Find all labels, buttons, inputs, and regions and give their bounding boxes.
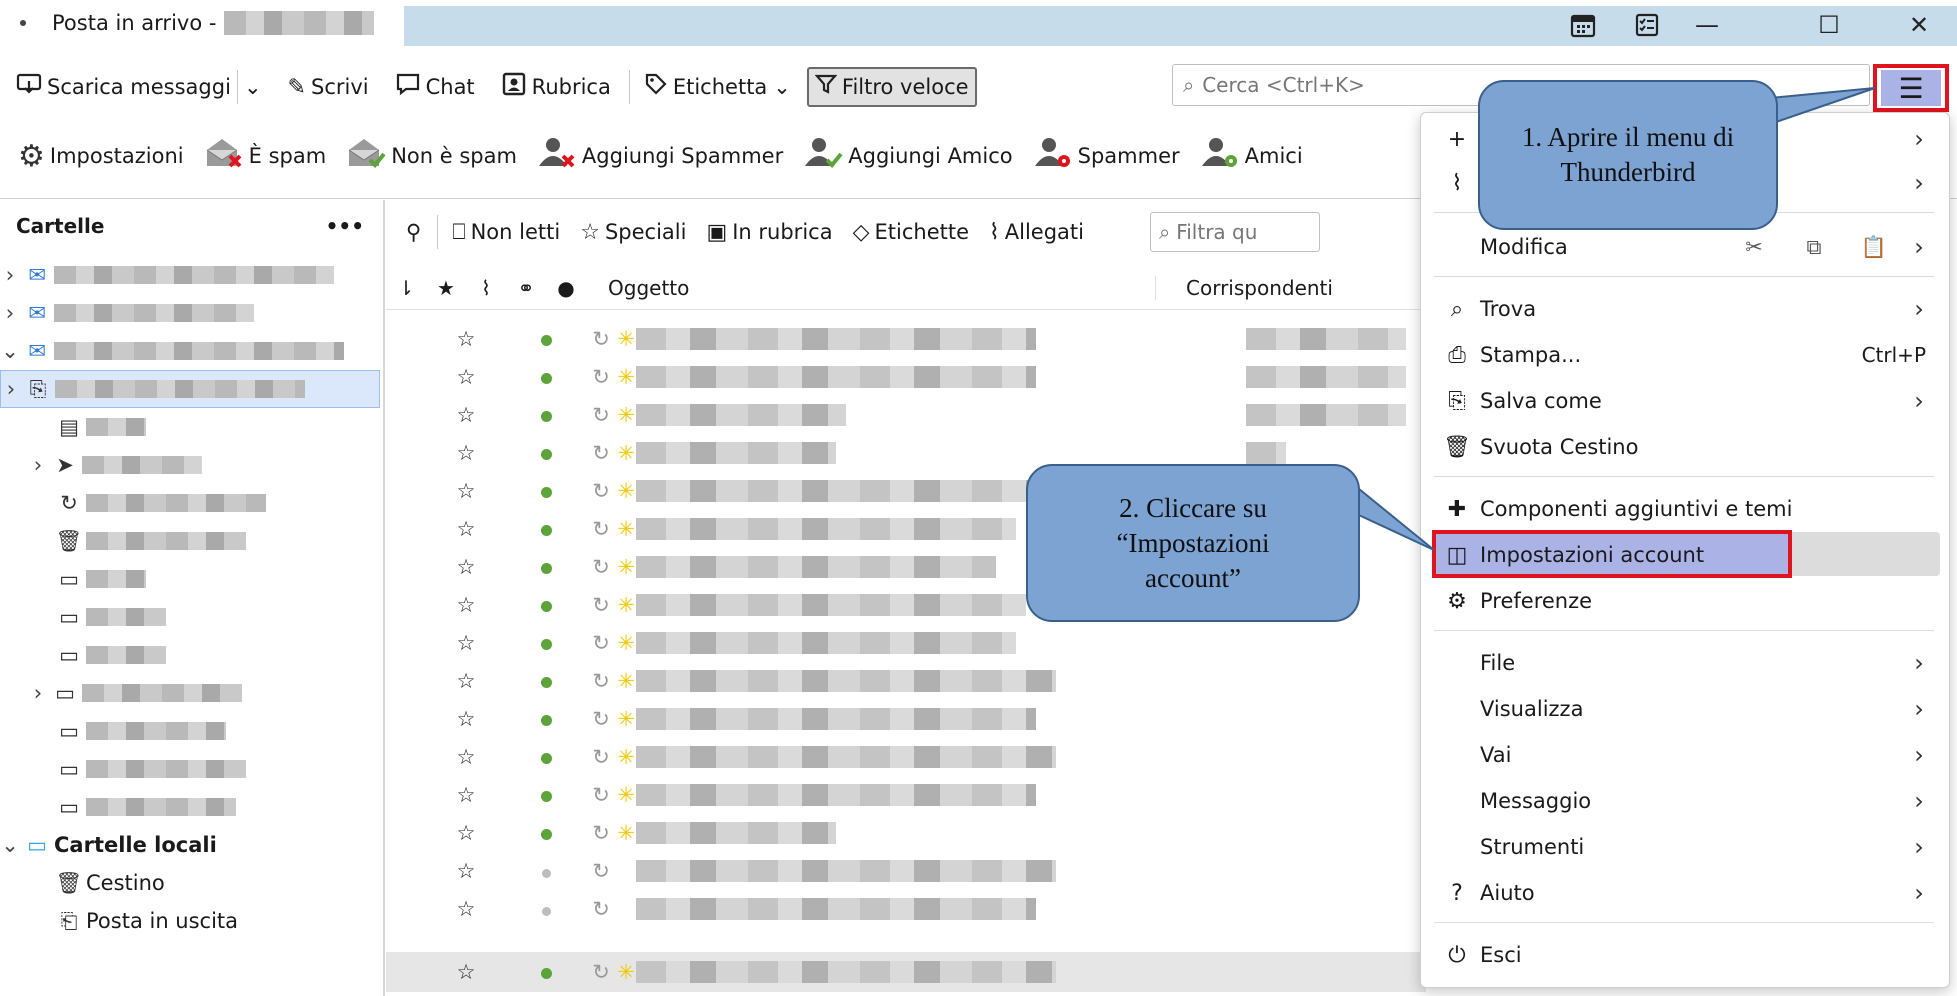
- callout-2-line-2: “Impostazioni: [1116, 527, 1270, 558]
- callout-1-pointer: [1769, 87, 1876, 126]
- callout-1-line-2: Thunderbird: [1560, 157, 1696, 187]
- callout-step-2: 2. Cliccare su “Impostazioni account”: [1026, 464, 1360, 622]
- callout-2-pointer: [1347, 477, 1435, 551]
- callout-2-line-3: account”: [1145, 562, 1241, 593]
- callout-step-1: 1. Aprire il menu di Thunderbird: [1478, 80, 1778, 230]
- callout-1-line-1: 1. Aprire il menu di: [1521, 122, 1735, 152]
- callout-2-line-1: 2. Cliccare su: [1119, 492, 1267, 523]
